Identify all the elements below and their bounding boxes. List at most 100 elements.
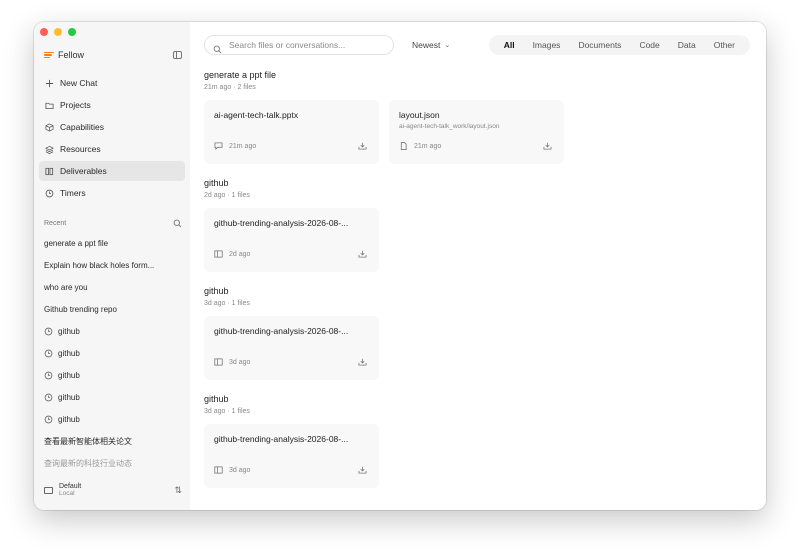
recent-conversation-label: 查询最新的科技行业动态: [44, 458, 132, 468]
recent-conversation-item[interactable]: Github trending repo: [39, 298, 185, 320]
file-timestamp: 3d ago: [229, 358, 251, 366]
file-card-footer: 21m ago: [399, 142, 552, 150]
sidebar-toggle-icon[interactable]: [173, 51, 182, 59]
plus-icon: [45, 79, 54, 88]
main-panel: Newest ⌄ AllImagesDocumentsCodeDataOther…: [190, 22, 766, 510]
sidebar: Fellow New Chat Projects Capabilities Resou…: [34, 22, 190, 510]
group-title[interactable]: github: [204, 286, 750, 296]
monitor-icon: [44, 486, 53, 494]
sidebar-item-label: Resources: [60, 144, 101, 154]
file-timestamp: 3d ago: [229, 466, 251, 474]
file-name: github-trending-analysis-2026-08-...: [214, 218, 349, 228]
file-timestamp: 21m ago: [229, 142, 257, 150]
download-icon[interactable]: [358, 358, 367, 366]
toolbar: Newest ⌄ AllImagesDocumentsCodeDataOther: [204, 34, 750, 56]
recent-list: generate a ppt file Explain how black hol…: [39, 232, 185, 474]
chevron-down-icon: ⌄: [444, 42, 451, 49]
sidebar-item-deliverables[interactable]: Deliverables: [39, 161, 185, 181]
workspace-switcher[interactable]: Default Local ⇅: [44, 480, 182, 500]
search-recent-icon[interactable]: [173, 219, 182, 228]
layers-icon: [45, 145, 54, 154]
recent-conversation-item[interactable]: github: [39, 386, 185, 408]
clock-icon: [44, 349, 53, 358]
swap-arrows-icon[interactable]: ⇅: [174, 485, 182, 496]
file-cards: github-trending-analysis-2026-08-... 3d a…: [204, 316, 750, 380]
window-controls: [40, 28, 76, 36]
deliverables-icon: [45, 167, 54, 176]
recent-conversation-item[interactable]: 查看最新智能体相关论文: [39, 430, 185, 452]
recent-conversation-label: generate a ppt file: [44, 238, 109, 248]
recent-conversation-label: 查看最新智能体相关论文: [44, 436, 132, 446]
deliverable-group: github 2d ago · 1 files github-trending-an…: [204, 178, 750, 272]
sidebar-item-capabilities[interactable]: Capabilities: [39, 117, 185, 137]
search-input[interactable]: [227, 39, 381, 51]
file-card[interactable]: github-trending-analysis-2026-08-... 2d a…: [204, 208, 379, 272]
book-icon: [214, 358, 223, 366]
file-card[interactable]: github-trending-analysis-2026-08-... 3d a…: [204, 424, 379, 488]
filter-tab-images[interactable]: Images: [524, 40, 570, 50]
file-timestamp: 2d ago: [229, 250, 251, 258]
group-meta: 21m ago · 2 files: [204, 84, 256, 91]
search-box[interactable]: [204, 35, 394, 55]
file-cards: github-trending-analysis-2026-08-... 2d a…: [204, 208, 750, 272]
download-icon[interactable]: [543, 142, 552, 150]
file-icon: [399, 142, 408, 150]
filter-tab-data[interactable]: Data: [669, 40, 705, 50]
recent-conversation-label: github: [58, 348, 80, 358]
folder-icon: [45, 101, 54, 110]
group-title[interactable]: generate a ppt file: [204, 70, 750, 80]
file-cards: ai-agent-tech-talk.pptx 21m ago layout.jso…: [204, 100, 750, 164]
group-title[interactable]: github: [204, 394, 750, 404]
book-icon: [214, 250, 223, 258]
recent-conversation-label: github: [58, 392, 80, 402]
group-meta: 3d ago · 1 files: [204, 300, 250, 307]
book-icon: [214, 466, 223, 474]
maximize-window-button[interactable]: [68, 28, 76, 36]
sort-dropdown[interactable]: Newest ⌄: [412, 40, 450, 50]
recent-conversation-item[interactable]: github: [39, 364, 185, 386]
recent-conversation-item[interactable]: github: [39, 342, 185, 364]
clock-icon: [44, 393, 53, 402]
file-name: github-trending-analysis-2026-08-...: [214, 326, 349, 336]
close-window-button[interactable]: [40, 28, 48, 36]
sidebar-item-resources[interactable]: Resources: [39, 139, 185, 159]
app-name: Fellow: [58, 50, 85, 60]
workspace-location: Local: [59, 490, 75, 498]
sidebar-item-label: Capabilities: [60, 122, 104, 132]
file-path: ai-agent-tech-talk_work/layout.json: [399, 123, 500, 130]
recent-conversation-item[interactable]: Explain how black holes form...: [39, 254, 185, 276]
filter-tab-documents[interactable]: Documents: [569, 40, 630, 50]
minimize-window-button[interactable]: [54, 28, 62, 36]
clock-icon: [44, 327, 53, 336]
chat-icon: [214, 142, 223, 150]
download-icon[interactable]: [358, 142, 367, 150]
download-icon[interactable]: [358, 250, 367, 258]
recent-conversation-item[interactable]: who are you: [39, 276, 185, 298]
sidebar-item-projects[interactable]: Projects: [39, 95, 185, 115]
recent-conversation-item[interactable]: github: [39, 320, 185, 342]
sidebar-item-new-chat[interactable]: New Chat: [39, 73, 185, 93]
sidebar-item-label: Projects: [60, 100, 91, 110]
filter-tab-all[interactable]: All: [495, 40, 524, 50]
filter-tab-code[interactable]: Code: [630, 40, 668, 50]
recent-conversation-item[interactable]: github: [39, 408, 185, 430]
recent-conversation-label: Github trending repo: [44, 304, 117, 314]
sort-label: Newest: [412, 40, 441, 50]
download-icon[interactable]: [358, 466, 367, 474]
filter-tab-other[interactable]: Other: [705, 40, 744, 50]
recent-conversation-item[interactable]: generate a ppt file: [39, 232, 185, 254]
file-name: github-trending-analysis-2026-08-...: [214, 434, 349, 444]
file-card[interactable]: ai-agent-tech-talk.pptx 21m ago: [204, 100, 379, 164]
sidebar-item-timers[interactable]: Timers: [39, 183, 185, 203]
recent-conversation-label: Explain how black holes form...: [44, 260, 155, 270]
recent-header: Recent: [44, 219, 182, 228]
sidebar-item-label: Timers: [60, 188, 86, 198]
file-card[interactable]: layout.json ai-agent-tech-talk_work/layou…: [389, 100, 564, 164]
group-title[interactable]: github: [204, 178, 750, 188]
file-card[interactable]: github-trending-analysis-2026-08-... 3d a…: [204, 316, 379, 380]
app-window: Fellow New Chat Projects Capabilities Resou…: [34, 22, 766, 510]
recent-conversation-label: github: [58, 414, 80, 424]
recent-conversation-item[interactable]: 查询最新的科技行业动态: [39, 452, 185, 474]
group-meta: 3d ago · 1 files: [204, 408, 250, 415]
search-icon: [213, 41, 222, 53]
